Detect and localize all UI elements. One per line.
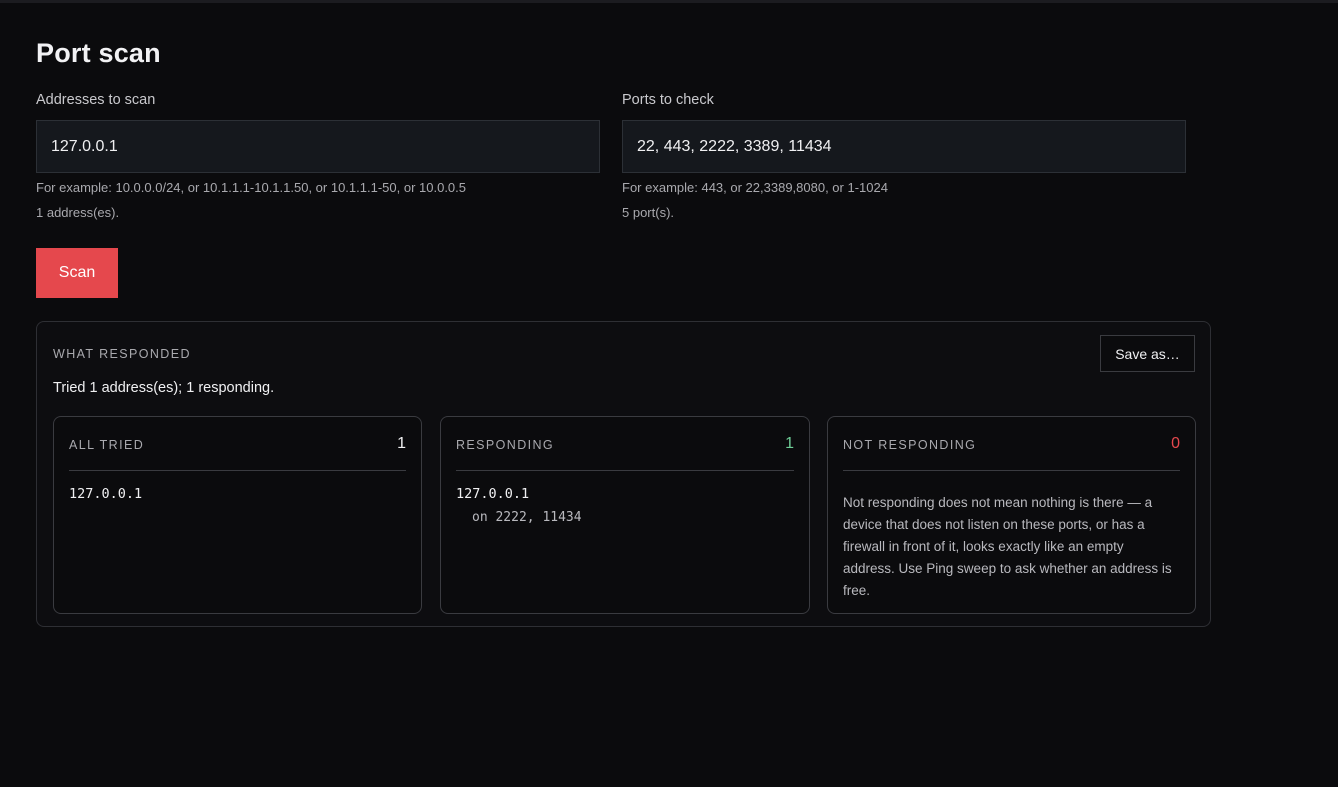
all-tried-card: ALL TRIED 1 127.0.0.1 [53,416,422,614]
responding-card: RESPONDING 1 127.0.0.1 on 2222, 11434 [440,416,810,614]
save-as-button[interactable]: Save as… [1100,335,1195,372]
responding-title: RESPONDING [456,438,555,452]
page-title: Port scan [36,38,161,68]
addresses-label: Addresses to scan [36,92,156,108]
not-responding-note: Not responding does not mean nothing is … [843,495,1172,598]
not-responding-card: NOT RESPONDING 0 Not responding does not… [827,416,1196,614]
addresses-hint: For example: 10.0.0.0/24, or 10.1.1.1-10… [36,180,467,195]
ports-hint: For example: 443, or 22,3389,8080, or 1-… [622,180,888,195]
results-title: WHAT RESPONDED [53,347,191,361]
not-responding-header: NOT RESPONDING 0 [843,417,1180,471]
responding-count: 1 [785,435,794,452]
addresses-input[interactable] [36,120,600,173]
addresses-count: 1 address(es). [36,205,120,220]
all-tried-header: ALL TRIED 1 [69,417,406,471]
window-top-border [0,0,1338,3]
ports-input[interactable] [622,120,1186,173]
ports-count: 5 port(s). [622,205,675,220]
addresses-field: Addresses to scan For example: 10.0.0.0/… [36,92,600,220]
not-responding-count: 0 [1171,435,1180,452]
responding-address: 127.0.0.1 [456,486,530,502]
scan-button[interactable]: Scan [36,248,118,298]
all-tried-address: 127.0.0.1 [69,486,143,502]
results-panel: WHAT RESPONDED Save as… Tried 1 address(… [36,321,1211,627]
ports-label: Ports to check [622,92,714,108]
all-tried-title: ALL TRIED [69,438,145,452]
results-summary: Tried 1 address(es); 1 responding. [53,380,275,396]
responding-ports: on 2222, 11434 [472,510,582,525]
responding-header: RESPONDING 1 [456,417,794,471]
not-responding-title: NOT RESPONDING [843,438,977,452]
ports-field: Ports to check For example: 443, or 22,3… [622,92,1186,220]
all-tried-count: 1 [397,435,406,452]
